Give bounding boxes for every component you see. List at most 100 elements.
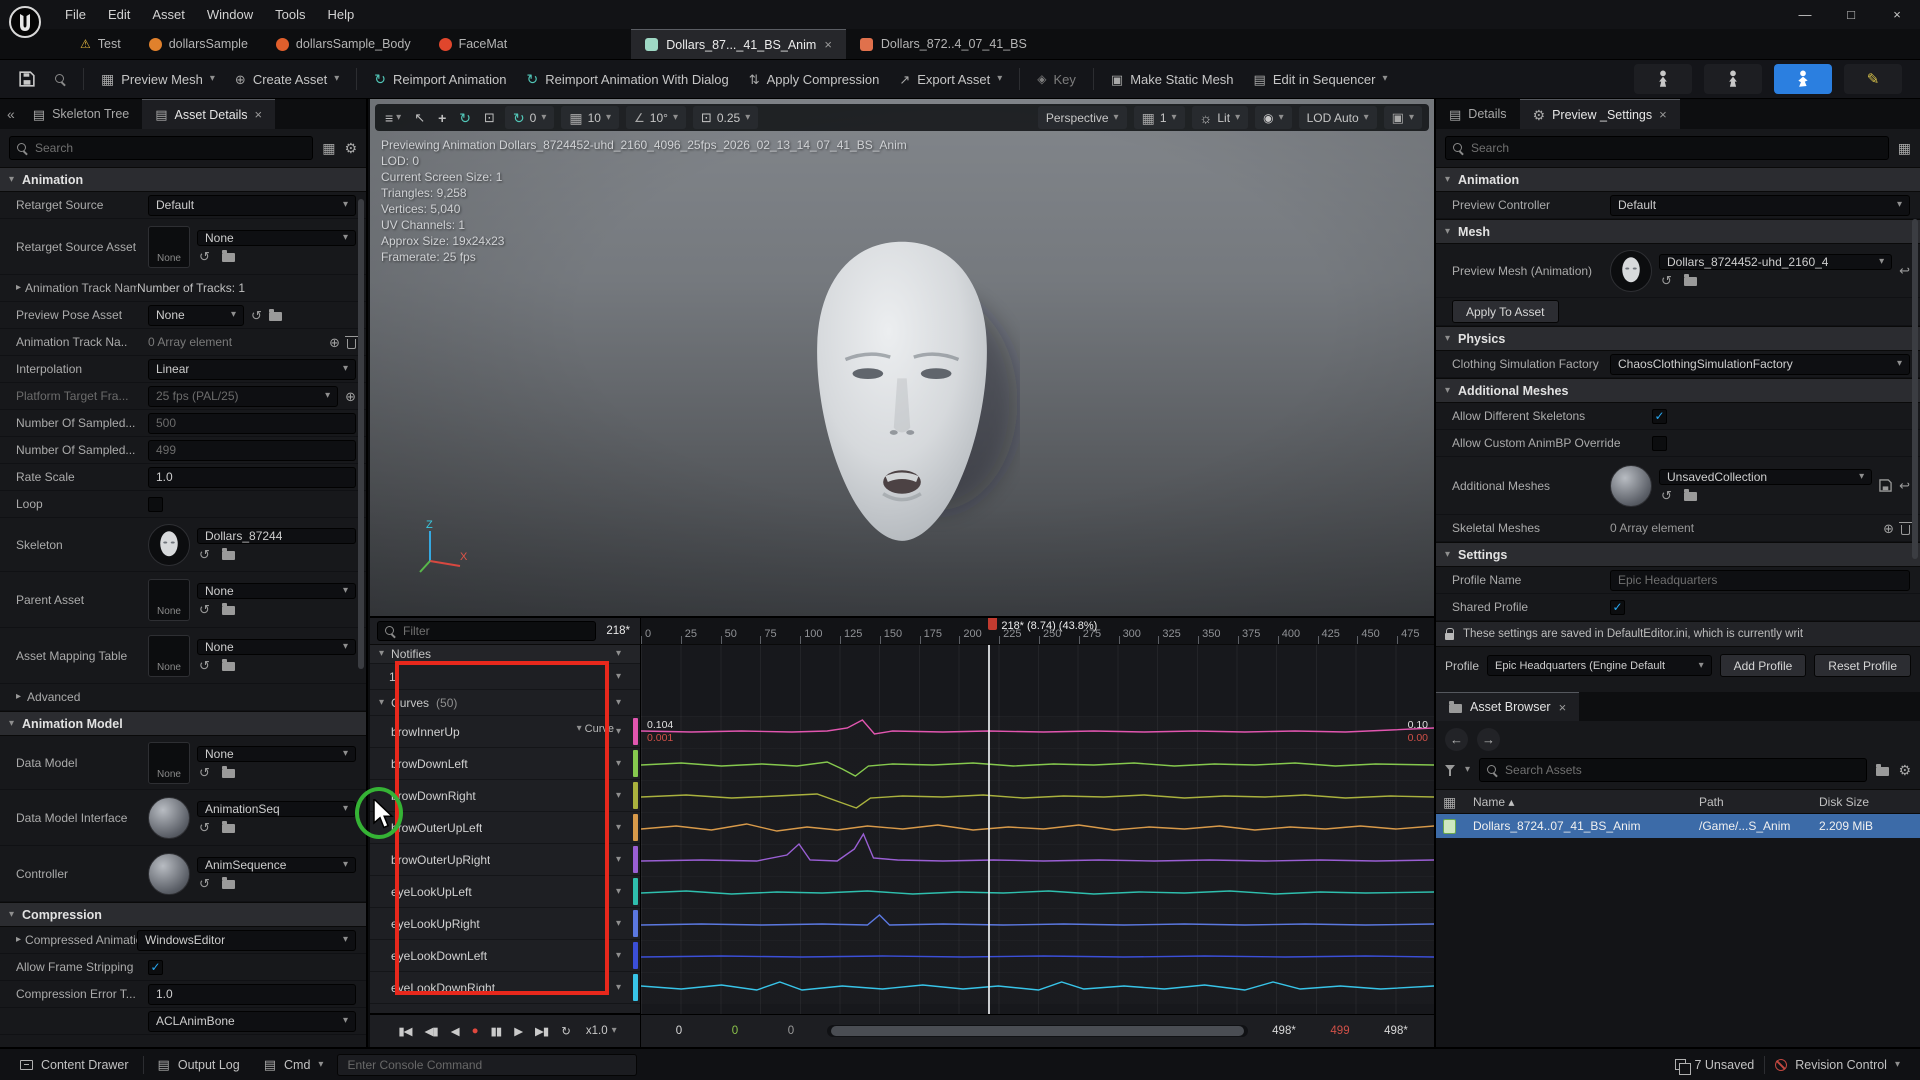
curve-track-row[interactable]: eyeLookDownLeft bbox=[370, 940, 640, 972]
curve-plot-area[interactable]: 0.104 0.001 0.10 0.00 bbox=[640, 645, 1434, 1014]
range-start[interactable]: 0 bbox=[651, 1025, 707, 1037]
track-options-icon[interactable] bbox=[616, 919, 621, 929]
content-drawer-button[interactable]: Content Drawer bbox=[10, 1049, 139, 1080]
browse-icon[interactable] bbox=[222, 551, 235, 560]
curve-track-row[interactable]: browDownLeft bbox=[370, 748, 640, 780]
transport-button[interactable]: ▮▮ bbox=[486, 1022, 507, 1040]
tab-anim-asset-active[interactable]: Dollars_87..._41_BS_Anim × bbox=[631, 29, 846, 59]
section-animation[interactable]: Animation bbox=[1436, 167, 1920, 192]
browse-icon[interactable] bbox=[222, 824, 235, 833]
timeline-scrollbar[interactable] bbox=[827, 1025, 1248, 1037]
rotation-snap-chip[interactable]: 10° bbox=[626, 106, 686, 129]
move-tool-icon[interactable] bbox=[435, 111, 449, 125]
tab-bs-asset[interactable]: Dollars_872..4_07_41_BS bbox=[846, 29, 1041, 59]
section-compression[interactable]: Compression bbox=[0, 902, 366, 927]
search-input[interactable] bbox=[1471, 141, 1881, 155]
sampled-frames-field[interactable]: 500 bbox=[148, 413, 356, 434]
column-size[interactable]: Disk Size bbox=[1819, 795, 1913, 809]
angle-snap-chip[interactable]: 0 bbox=[505, 106, 554, 129]
curve-track-row[interactable]: eyeLookDownRight bbox=[370, 972, 640, 1004]
preview-mesh-select[interactable]: Dollars_8724452-uhd_2160_4 bbox=[1659, 254, 1892, 270]
add-element-icon[interactable] bbox=[345, 390, 356, 403]
menu-item[interactable]: File bbox=[54, 0, 97, 29]
asset-search-input[interactable] bbox=[1505, 763, 1859, 777]
screen-percentage-dropdown[interactable]: 1 bbox=[1134, 106, 1185, 129]
lod-dropdown[interactable]: LOD Auto bbox=[1299, 106, 1377, 129]
transport-button[interactable]: ▮◀ bbox=[393, 1022, 416, 1040]
range-in[interactable]: 0 bbox=[707, 1025, 763, 1037]
trash-icon[interactable] bbox=[347, 339, 356, 349]
search-box[interactable] bbox=[9, 136, 313, 160]
browse-icon[interactable] bbox=[269, 312, 282, 321]
curve-type-dropdown[interactable]: Curve bbox=[577, 723, 614, 735]
right-panel-scrollbar[interactable] bbox=[1912, 219, 1918, 559]
track-options-icon[interactable] bbox=[616, 698, 621, 708]
add-element-icon[interactable] bbox=[329, 336, 340, 349]
browse-icon[interactable] bbox=[1684, 492, 1697, 501]
animation-mode-button[interactable] bbox=[1774, 64, 1832, 94]
acl-codec-select[interactable]: ACLAnimBone bbox=[148, 1011, 356, 1032]
menu-item[interactable]: Asset bbox=[141, 0, 196, 29]
menu-item[interactable]: Help bbox=[316, 0, 365, 29]
browse-icon[interactable] bbox=[222, 662, 235, 671]
section-mesh[interactable]: Mesh bbox=[1436, 219, 1920, 244]
loop-checkbox[interactable] bbox=[148, 497, 163, 512]
tab-asset-details[interactable]: Asset Details × bbox=[142, 99, 275, 129]
revision-control-dropdown[interactable]: Revision Control bbox=[1765, 1049, 1910, 1080]
data-model-select[interactable]: None bbox=[197, 746, 356, 762]
playhead-marker[interactable] bbox=[988, 618, 997, 630]
close-tab-icon[interactable]: × bbox=[1659, 107, 1667, 122]
asset-thumbnail[interactable]: None bbox=[148, 742, 190, 784]
asset-mapping-select[interactable]: None bbox=[197, 639, 356, 655]
notify-track-row[interactable]: 1 bbox=[370, 664, 640, 690]
scale-tool-icon[interactable] bbox=[481, 111, 498, 124]
apply-compression-button[interactable]: Apply Compression bbox=[740, 64, 889, 94]
search-input[interactable] bbox=[35, 141, 305, 155]
create-asset-button[interactable]: Create Asset bbox=[226, 64, 348, 94]
asset-thumbnail[interactable]: None bbox=[148, 579, 190, 621]
menu-item[interactable]: Edit bbox=[97, 0, 141, 29]
mesh-mode-button[interactable] bbox=[1704, 64, 1762, 94]
compression-error-field[interactable]: 1.0 bbox=[148, 984, 356, 1005]
unreal-logo-icon[interactable] bbox=[8, 5, 42, 39]
skeleton-thumbnail[interactable] bbox=[148, 524, 190, 566]
retarget-source-select[interactable]: Default bbox=[148, 195, 356, 216]
use-selected-icon[interactable] bbox=[1661, 274, 1672, 287]
use-selected-icon[interactable] bbox=[251, 309, 262, 322]
scale-snap-chip[interactable]: 0.25 bbox=[693, 106, 758, 129]
filter-input[interactable] bbox=[403, 624, 588, 638]
viewport-options-icon[interactable] bbox=[382, 111, 404, 125]
close-tab-icon[interactable]: × bbox=[254, 107, 262, 122]
tab-details[interactable]: Details bbox=[1436, 99, 1520, 129]
use-selected-icon[interactable] bbox=[199, 250, 210, 263]
cmd-dropdown[interactable]: Cmd bbox=[254, 1049, 334, 1080]
playhead-line[interactable] bbox=[988, 645, 990, 1014]
use-selected-icon[interactable] bbox=[199, 548, 210, 561]
frame-stripping-checkbox[interactable] bbox=[148, 960, 163, 975]
browse-to-asset-button[interactable] bbox=[46, 64, 75, 94]
section-settings[interactable]: Settings bbox=[1436, 542, 1920, 567]
column-path[interactable]: Path bbox=[1699, 795, 1819, 809]
lit-mode-dropdown[interactable]: Lit bbox=[1192, 106, 1249, 129]
skeleton-mode-button[interactable] bbox=[1634, 64, 1692, 94]
filter-box[interactable] bbox=[377, 621, 596, 641]
left-panel-scrollbar[interactable] bbox=[358, 199, 364, 669]
sphere-thumbnail[interactable] bbox=[1610, 465, 1652, 507]
browse-icon[interactable] bbox=[1684, 277, 1697, 286]
allow-different-skeletons-checkbox[interactable] bbox=[1652, 409, 1667, 424]
menu-item[interactable]: Window bbox=[196, 0, 264, 29]
use-selected-icon[interactable] bbox=[199, 821, 210, 834]
shared-profile-checkbox[interactable] bbox=[1610, 600, 1625, 615]
filter-icon[interactable] bbox=[1445, 765, 1456, 776]
close-tab-icon[interactable]: × bbox=[824, 37, 832, 52]
use-selected-icon[interactable] bbox=[199, 877, 210, 890]
use-selected-icon[interactable] bbox=[1661, 489, 1672, 502]
profile-name-field[interactable] bbox=[1610, 570, 1910, 591]
expand-icon[interactable] bbox=[16, 935, 21, 945]
table-view-icon[interactable] bbox=[1898, 141, 1911, 155]
platform-target-select[interactable]: 25 fps (PAL/25) bbox=[148, 386, 338, 407]
column-icon[interactable] bbox=[1443, 795, 1473, 809]
interpolation-select[interactable]: Linear bbox=[148, 359, 356, 380]
browse-icon[interactable] bbox=[222, 769, 235, 778]
expand-icon[interactable] bbox=[16, 283, 21, 293]
